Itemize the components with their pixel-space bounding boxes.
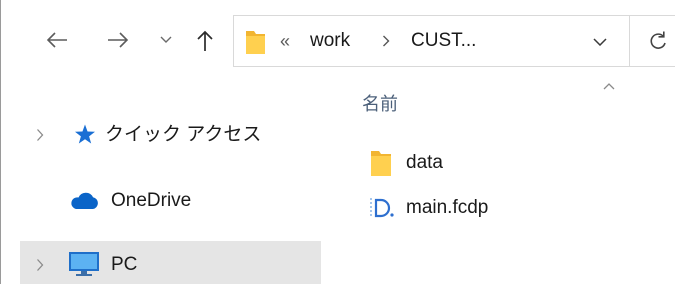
nav-item-pc[interactable]: PC bbox=[20, 241, 321, 284]
column-header-name[interactable]: 名前 bbox=[356, 78, 626, 118]
forward-button[interactable] bbox=[101, 22, 135, 58]
refresh-icon bbox=[650, 31, 666, 49]
back-button[interactable] bbox=[40, 22, 74, 58]
address-history-button[interactable] bbox=[586, 26, 614, 56]
file-item-name: data bbox=[406, 152, 443, 173]
chevron-down-icon bbox=[160, 36, 172, 43]
refresh-button[interactable] bbox=[638, 24, 674, 58]
nav-item-label: クイック アクセス bbox=[105, 124, 262, 145]
fcdp-file-icon bbox=[370, 198, 394, 218]
folder-icon bbox=[246, 31, 265, 54]
arrow-right-icon bbox=[108, 32, 129, 48]
file-item-name: main.fcdp bbox=[406, 197, 489, 218]
chevron-right-icon[interactable] bbox=[36, 128, 44, 142]
file-explorer-window: « work CUST... クイック アクセス OneDrive PC 名前 … bbox=[0, 0, 675, 284]
chevron-down-icon bbox=[593, 38, 607, 46]
star-icon bbox=[75, 124, 95, 144]
chevron-right-icon[interactable] bbox=[36, 258, 44, 272]
arrow-up-icon bbox=[197, 30, 213, 51]
breadcrumb-item-work[interactable]: work bbox=[310, 16, 350, 66]
nav-item-onedrive[interactable]: OneDrive bbox=[20, 179, 321, 223]
nav-item-label: PC bbox=[111, 254, 138, 275]
breadcrumb-item-current[interactable]: CUST... bbox=[411, 16, 476, 66]
arrow-left-icon bbox=[46, 32, 67, 48]
file-item-main-fcdp[interactable]: main.fcdp bbox=[356, 193, 626, 223]
folder-icon bbox=[371, 151, 391, 176]
breadcrumb-overflow-button[interactable]: « bbox=[280, 16, 290, 66]
computer-icon bbox=[69, 252, 99, 276]
column-header-label: 名前 bbox=[362, 94, 398, 114]
up-button[interactable] bbox=[190, 24, 220, 58]
file-item-data[interactable]: data bbox=[356, 148, 626, 178]
nav-item-quick-access[interactable]: クイック アクセス bbox=[20, 113, 321, 157]
recent-locations-button[interactable] bbox=[156, 30, 176, 50]
cloud-icon bbox=[71, 192, 98, 209]
address-bar[interactable]: « work CUST... bbox=[233, 15, 675, 67]
nav-item-label: OneDrive bbox=[111, 190, 192, 211]
address-bar-divider bbox=[629, 16, 630, 66]
window-border bbox=[0, 0, 1, 284]
chevron-right-icon[interactable] bbox=[382, 35, 390, 47]
chevron-up-icon bbox=[603, 83, 615, 90]
